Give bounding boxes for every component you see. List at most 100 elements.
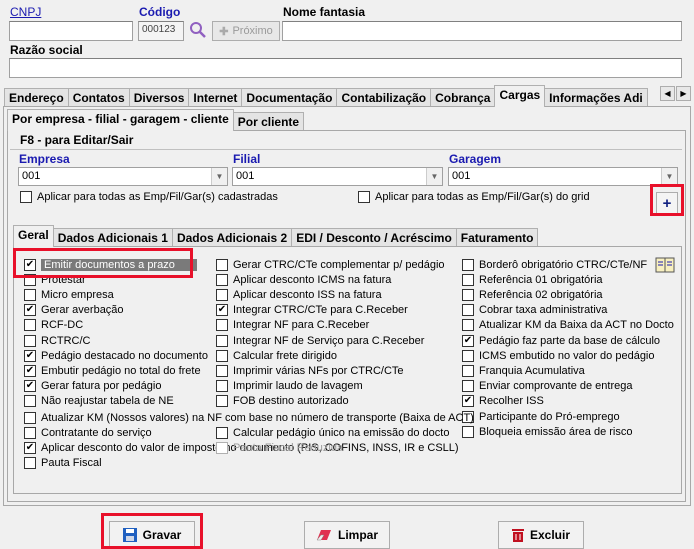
aplicar-grid-label: Aplicar para todas as Emp/Fil/Gar(s) do … (375, 190, 590, 203)
checkbox-label: Participante do Pró-emprego (479, 410, 620, 423)
limpar-button[interactable]: Limpar (304, 521, 390, 549)
checkbox-embutir-pedagio-no-total-do-frete[interactable]: ✔ Embutir pedágio no total do frete (24, 363, 201, 378)
checkbox-box (216, 441, 228, 454)
codigo-label: Código (139, 5, 181, 19)
checkbox-pauta-fiscal[interactable]: Pauta Fiscal (24, 456, 102, 471)
checkbox-gerar-ctrc-cte-complementar-p-pedagio[interactable]: Gerar CTRC/CTe complementar p/ pedágio (216, 257, 445, 272)
checkbox-atualizar-km-da-baixa-da-act-no-docto[interactable]: Atualizar KM da Baixa da ACT no Docto (462, 318, 674, 333)
checkbox-enviar-comprovante-de-entrega[interactable]: Enviar comprovante de entrega (462, 379, 632, 394)
checkbox-label: Embutir pedágio no total do frete (41, 364, 201, 377)
checkbox-icms-embutido-no-valor-do-pedagio[interactable]: ICMS embutido no valor do pedágio (462, 348, 655, 363)
checkbox-micro-empresa[interactable]: Micro empresa (24, 287, 114, 302)
checkbox-label: Pauta Fiscal Reduzida (233, 441, 344, 454)
checkbox-atualizar-km-nossos-valores-na-nf-com-ba[interactable]: Atualizar KM (Nossos valores) na NF com … (24, 410, 474, 425)
checkbox-bordero-obrigatorio-ctrc-cte-nf[interactable]: Borderô obrigatório CTRC/CTe/NF (462, 257, 647, 272)
checkmark-icon: ✔ (462, 334, 474, 347)
book-icon[interactable] (655, 257, 675, 273)
tab-cobranca[interactable]: Cobrança (430, 88, 496, 107)
nome-fantasia-input[interactable] (282, 21, 682, 41)
checkbox-gerar-fatura-por-pedagio[interactable]: ✔ Gerar fatura por pedágio (24, 379, 161, 394)
tab-documentacao[interactable]: Documentação (241, 88, 338, 107)
checkbox-bloqueia-emissao-area-de-risco[interactable]: Bloqueia emissão área de risco (462, 424, 632, 439)
trash-icon (511, 529, 524, 542)
checkbox-label: Aplicar desconto ICMS na fatura (233, 273, 392, 286)
tab-scroll-right[interactable]: ▶ (676, 86, 691, 101)
checkbox-calcular-pedagio-unico-na-emissao-do-doc[interactable]: Calcular pedágio único na emissão do doc… (216, 425, 449, 440)
checkbox-cobrar-taxa-administrativa[interactable]: Cobrar taxa administrativa (462, 303, 607, 318)
checkbox-label: Micro empresa (41, 288, 114, 301)
checkbox-box (462, 380, 474, 393)
tab-contatos[interactable]: Contatos (67, 88, 130, 107)
tab-contabilizacao[interactable]: Contabilização (336, 88, 432, 107)
eraser-icon (316, 530, 331, 541)
tab-informacoes[interactable]: Informações Adi (544, 88, 649, 107)
checkbox-label: Referência 01 obrigatória (479, 273, 603, 286)
checkbox-box (216, 258, 228, 271)
checkbox-aplicar-desconto-icms-na-fatura[interactable]: Aplicar desconto ICMS na fatura (216, 272, 391, 287)
tab-internet[interactable]: Internet (188, 88, 243, 107)
gravar-button[interactable]: Gravar (109, 521, 195, 549)
checkbox-franquia-acumulativa[interactable]: Franquia Acumulativa (462, 363, 585, 378)
checkbox-contratante-do-servico[interactable]: Contratante do serviço (24, 425, 152, 440)
garagem-select[interactable]: 001 ▼ (448, 167, 678, 186)
checkbox-integrar-nf-para-c-receber[interactable]: Integrar NF para C.Receber (216, 318, 369, 333)
checkbox-box (216, 319, 228, 332)
filial-select[interactable]: 001 ▼ (232, 167, 443, 186)
checkbox-participante-do-pro-emprego[interactable]: Participante do Pró-emprego (462, 409, 620, 424)
checkbox-protestar[interactable]: Protestar (24, 272, 86, 287)
tab-endereco[interactable]: Endereço (4, 88, 69, 107)
floppy-disk-icon (122, 528, 137, 542)
checkbox-pedagio-destacado-no-documento[interactable]: ✔ Pedágio destacado no documento (24, 348, 208, 363)
checkbox-label: Integrar CTRC/CTe para C.Receber (233, 304, 408, 317)
checkbox-label: Borderô obrigatório CTRC/CTe/NF (479, 258, 648, 271)
tab-cargas[interactable]: Cargas (494, 85, 546, 107)
aplicar-cadastradas-label: Aplicar para todas as Emp/Fil/Gar(s) cad… (37, 190, 278, 203)
cnpj-input[interactable] (9, 21, 133, 41)
tab-faturamento[interactable]: Faturamento (455, 228, 539, 247)
checkbox-pauta-fiscal-reduzida[interactable]: Pauta Fiscal Reduzida (216, 440, 343, 455)
checkbox-gerar-averbacao[interactable]: ✔ Gerar averbação (24, 303, 124, 318)
checkbox-fob-destino-autorizado[interactable]: FOB destino autorizado (216, 394, 349, 409)
razao-social-input[interactable] (9, 58, 682, 78)
add-button[interactable]: + (656, 192, 678, 214)
checkbox-referencia-02-obrigatoria[interactable]: Referência 02 obrigatória (462, 287, 603, 302)
checkbox-box (24, 426, 36, 439)
tab-dados-adicionais-2[interactable]: Dados Adicionais 2 (171, 228, 293, 247)
checkbox-emitir-documentos-a-prazo[interactable]: ✔ Emitir documentos a prazo (24, 257, 197, 272)
checkbox-recolher-iss[interactable]: ✔ Recolher ISS (462, 394, 544, 409)
checkmark-icon: ✔ (24, 258, 36, 271)
checkbox-label: FOB destino autorizado (233, 395, 349, 408)
checkbox-rctrc-c[interactable]: RCTRC/C (24, 333, 91, 348)
checkbox-integrar-nf-de-servico-para-c-receber[interactable]: Integrar NF de Serviço para C.Receber (216, 333, 424, 348)
checkbox-imprimir-laudo-de-lavagem[interactable]: Imprimir laudo de lavagem (216, 379, 363, 394)
aplicar-cadastradas-checkbox[interactable]: Aplicar para todas as Emp/Fil/Gar(s) cad… (20, 189, 278, 204)
tab-por-cliente[interactable]: Por cliente (232, 112, 305, 131)
tab-geral[interactable]: Geral (13, 225, 54, 247)
aplicar-grid-checkbox[interactable]: Aplicar para todas as Emp/Fil/Gar(s) do … (358, 189, 590, 204)
checkbox-pedagio-faz-parte-da-base-de-calculo[interactable]: ✔ Pedágio faz parte da base de cálculo (462, 333, 660, 348)
checkbox-calcular-frete-dirigido[interactable]: Calcular frete dirigido (216, 348, 337, 363)
tab-diversos[interactable]: Diversos (128, 88, 190, 107)
tab-dados-adicionais-1[interactable]: Dados Adicionais 1 (52, 228, 173, 247)
plus-icon: + (662, 194, 672, 212)
checkbox-box (216, 334, 228, 347)
checkbox-nao-reajustar-tabela-de-ne[interactable]: Não reajustar tabela de NE (24, 394, 174, 409)
excluir-button[interactable]: Excluir (498, 521, 584, 549)
checkmark-icon: ✔ (24, 364, 36, 377)
proximo-button[interactable]: ✚ Próximo (212, 21, 280, 41)
checkbox-rcf-dc[interactable]: RCF-DC (24, 318, 83, 333)
checkbox-box (216, 288, 228, 301)
checkbox-imprimir-varias-nfs-por-ctrc-cte[interactable]: Imprimir várias NFs por CTRC/CTe (216, 363, 404, 378)
tab-por-empresa[interactable]: Por empresa - filial - garagem - cliente (7, 109, 234, 131)
empresa-select[interactable]: 001 ▼ (18, 167, 228, 186)
search-icon[interactable] (189, 21, 207, 39)
checkbox-integrar-ctrc-cte-para-c-receber[interactable]: ✔ Integrar CTRC/CTe para C.Receber (216, 303, 408, 318)
checkbox-aplicar-desconto-iss-na-fatura[interactable]: Aplicar desconto ISS na fatura (216, 287, 382, 302)
checkbox-label: Bloqueia emissão área de risco (479, 425, 633, 438)
checkbox-label: Protestar (41, 273, 86, 286)
tab-scroll-left[interactable]: ◀ (660, 86, 675, 101)
tab-edi[interactable]: EDI / Desconto / Acréscimo (291, 228, 457, 247)
checkbox-label: Enviar comprovante de entrega (479, 380, 633, 393)
codigo-input[interactable]: 000123 (138, 21, 184, 41)
checkbox-referencia-01-obrigatoria[interactable]: Referência 01 obrigatória (462, 272, 603, 287)
